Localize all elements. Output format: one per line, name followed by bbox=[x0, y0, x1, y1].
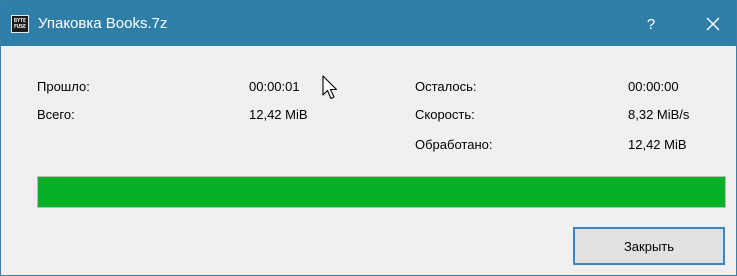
processed-label: Обработано: bbox=[415, 137, 493, 152]
progress-fill bbox=[38, 177, 725, 207]
window-close-button[interactable] bbox=[691, 9, 735, 39]
elapsed-label: Прошло: bbox=[37, 79, 90, 94]
remaining-value: 00:00:00 bbox=[628, 79, 679, 94]
close-icon bbox=[706, 17, 720, 31]
app-icon: BYTE FUSE bbox=[11, 15, 29, 33]
speed-label: Скорость: bbox=[415, 107, 475, 122]
remaining-label: Осталось: bbox=[415, 79, 477, 94]
mouse-cursor-icon bbox=[322, 75, 338, 100]
close-button[interactable]: Закрыть bbox=[573, 227, 725, 265]
elapsed-value: 00:00:01 bbox=[249, 79, 300, 94]
total-value: 12,42 MiB bbox=[249, 107, 308, 122]
archive-progress-dialog: BYTE FUSE Упаковка Books.7z ? Прошло: 00… bbox=[0, 0, 737, 276]
processed-value: 12,42 MiB bbox=[628, 137, 687, 152]
dialog-content: Прошло: 00:00:01 Всего: 12,42 MiB Остало… bbox=[1, 46, 736, 275]
app-icon-text-bottom: FUSE bbox=[13, 24, 27, 30]
total-label: Всего: bbox=[37, 107, 75, 122]
help-button[interactable]: ? bbox=[631, 9, 671, 39]
window-title: Упаковка Books.7z bbox=[38, 15, 168, 32]
progress-bar bbox=[37, 176, 726, 208]
title-bar[interactable]: BYTE FUSE Упаковка Books.7z ? bbox=[1, 1, 736, 46]
speed-value: 8,32 MiB/s bbox=[628, 107, 690, 122]
